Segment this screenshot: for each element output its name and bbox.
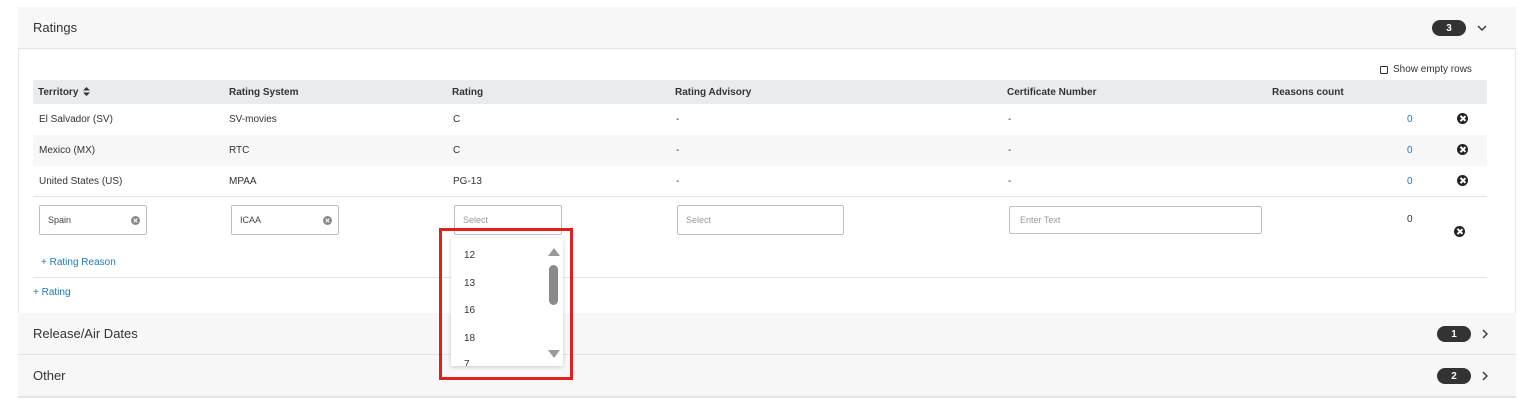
chevron-right-icon[interactable] — [1479, 328, 1491, 340]
rating-advisory-placeholder: Select — [686, 215, 712, 225]
remove-row-icon[interactable] — [1457, 113, 1468, 124]
cell-rating: C — [453, 114, 461, 125]
cell-rating-advisory: - — [676, 176, 680, 187]
territory-select[interactable]: Spain — [39, 205, 147, 235]
cell-certificate-number: - — [1008, 145, 1012, 156]
column-header-territory[interactable]: Territory — [38, 87, 91, 98]
reasons-count-link[interactable]: 0 — [1407, 145, 1413, 156]
other-section-header[interactable]: Other 2 — [18, 355, 1516, 397]
scroll-down-arrow-icon[interactable] — [548, 350, 560, 358]
sort-icon[interactable] — [83, 87, 91, 96]
ratings-section-header[interactable]: Ratings 3 — [18, 7, 1516, 49]
remove-row-icon[interactable] — [1454, 226, 1465, 237]
certificate-number-input[interactable]: Enter Text — [1009, 206, 1262, 234]
cell-rating-system: RTC — [229, 145, 250, 156]
column-header-certificate-number: Certificate Number — [1007, 87, 1097, 98]
column-header-rating-system: Rating System — [229, 87, 299, 98]
scroll-up-arrow-icon[interactable] — [548, 248, 560, 256]
dropdown-option[interactable]: 7 — [464, 359, 470, 366]
remove-row-icon[interactable] — [1457, 175, 1468, 186]
cell-certificate-number: - — [1008, 114, 1012, 125]
rating-system-select[interactable]: ICAA — [231, 205, 339, 235]
dropdown-option[interactable]: 16 — [464, 305, 475, 316]
rating-dropdown-menu: 12 13 16 18 7 — [451, 238, 563, 366]
new-row-reasons-count: 0 — [1407, 214, 1413, 225]
cell-rating: PG-13 — [453, 176, 482, 187]
cell-territory: United States (US) — [39, 176, 123, 187]
show-empty-rows-label: Show empty rows — [1393, 64, 1472, 75]
table-row: United States (US) MPAA PG-13 - - 0 — [33, 166, 1487, 197]
cell-rating-advisory: - — [676, 114, 680, 125]
dropdown-option[interactable]: 12 — [464, 250, 475, 261]
dropdown-scrollbar[interactable] — [547, 238, 561, 366]
cell-certificate-number: - — [1008, 176, 1012, 187]
column-header-reasons-count: Reasons count — [1272, 87, 1344, 98]
cell-territory: El Salvador (SV) — [39, 114, 113, 125]
release-dates-count-badge: 1 — [1437, 326, 1471, 342]
divider — [33, 277, 1487, 278]
rating-system-value: ICAA — [240, 215, 262, 225]
ratings-table-header: Territory Rating System Rating Rating Ad… — [33, 80, 1487, 104]
ratings-section-title: Ratings — [33, 20, 78, 35]
clear-territory-icon[interactable] — [131, 216, 140, 225]
release-dates-section-header[interactable]: Release/Air Dates 1 — [18, 313, 1516, 355]
cell-territory: Mexico (MX) — [39, 145, 96, 156]
column-header-rating: Rating — [452, 87, 484, 98]
rating-advisory-select[interactable]: Select — [677, 205, 844, 235]
other-section-title: Other — [33, 368, 66, 383]
scroll-thumb[interactable] — [549, 265, 558, 305]
dropdown-option[interactable]: 18 — [464, 333, 475, 344]
table-row: El Salvador (SV) SV-movies C - - 0 — [33, 104, 1487, 135]
rating-select-placeholder: Select — [463, 215, 489, 225]
table-row: Mexico (MX) RTC C - - 0 — [33, 135, 1487, 166]
release-dates-section-title: Release/Air Dates — [33, 326, 138, 341]
cell-rating-advisory: - — [676, 145, 680, 156]
reasons-count-link[interactable]: 0 — [1407, 176, 1413, 187]
column-header-rating-advisory: Rating Advisory — [675, 87, 752, 98]
show-empty-rows-checkbox[interactable] — [1380, 65, 1388, 74]
add-rating-link[interactable]: + Rating — [33, 287, 71, 298]
territory-value: Spain — [48, 215, 72, 225]
remove-row-icon[interactable] — [1457, 144, 1468, 155]
cell-rating-system: SV-movies — [229, 114, 277, 125]
add-rating-reason-link[interactable]: + Rating Reason — [41, 257, 116, 268]
other-count-badge: 2 — [1437, 368, 1471, 384]
chevron-down-icon[interactable] — [1476, 22, 1488, 34]
reasons-count-link[interactable]: 0 — [1407, 114, 1413, 125]
chevron-right-icon[interactable] — [1479, 370, 1491, 382]
clear-rating-system-icon[interactable] — [323, 216, 332, 225]
cell-rating: C — [453, 145, 461, 156]
rating-select[interactable]: Select — [454, 205, 562, 235]
dropdown-option[interactable]: 13 — [464, 278, 475, 289]
show-empty-rows-toggle[interactable]: Show empty rows — [1380, 64, 1472, 75]
certificate-number-placeholder: Enter Text — [1020, 215, 1061, 225]
ratings-count-badge: 3 — [1432, 20, 1466, 36]
cell-rating-system: MPAA — [229, 176, 257, 187]
